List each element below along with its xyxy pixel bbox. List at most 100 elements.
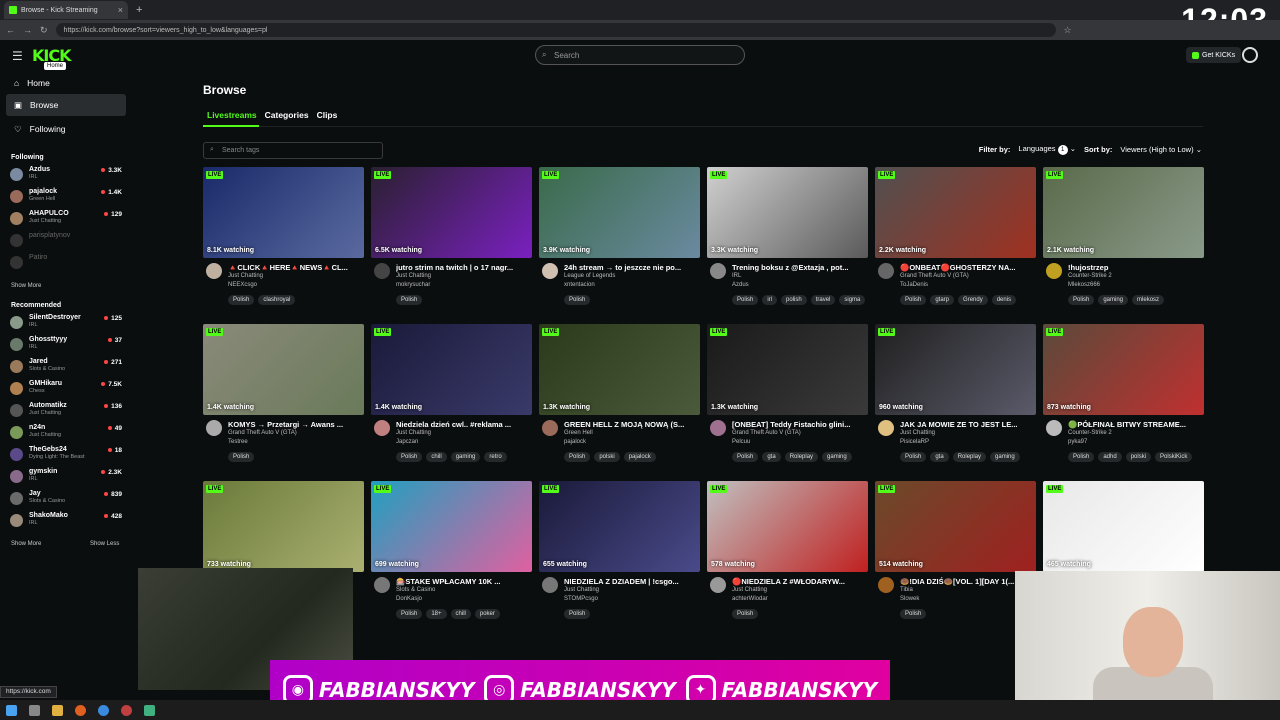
stream-category[interactable]: Counter-Strike 2 bbox=[1068, 273, 1112, 279]
tag-chip[interactable]: gta bbox=[762, 452, 781, 462]
stream-thumbnail[interactable]: LIVE 1.4K watching bbox=[203, 324, 364, 415]
stream-category[interactable]: Tibia bbox=[900, 587, 913, 593]
avatar[interactable] bbox=[374, 420, 390, 436]
stream-card[interactable]: LIVE 1.4K watching KOMYS → Przetargi → Awa… bbox=[203, 324, 364, 474]
sidebar-channel[interactable]: Azdus IRL 3.3K bbox=[10, 166, 122, 182]
tag-chip[interactable]: Polish bbox=[732, 452, 759, 462]
streamer-name[interactable]: Japczan bbox=[396, 439, 418, 445]
stream-title[interactable]: JAK JA MOWIE ZE TO JEST LE... bbox=[900, 420, 1036, 429]
tag-chip[interactable]: Polish bbox=[900, 295, 927, 305]
avatar[interactable] bbox=[878, 263, 894, 279]
streamer-name[interactable]: Mlekosz666 bbox=[1068, 282, 1100, 288]
tag-chip[interactable]: Polish bbox=[900, 452, 927, 462]
tag-chip[interactable]: Polish bbox=[396, 452, 423, 462]
stream-card[interactable]: LIVE 873 watching 🟢PÓŁFINAŁ BITWY STREAME.… bbox=[1043, 324, 1204, 474]
firefox-icon[interactable] bbox=[75, 704, 86, 716]
stream-title[interactable]: 24h stream → to jeszcze nie po... bbox=[564, 263, 700, 272]
tag-chip[interactable]: Polish bbox=[732, 609, 759, 619]
stream-card[interactable]: LIVE 1.3K watching GREEN HELL Z MOJĄ NOWĄ … bbox=[539, 324, 700, 474]
tag-chip[interactable]: Polish bbox=[396, 609, 423, 619]
stream-category[interactable]: Just Chatting bbox=[228, 273, 263, 279]
tag-chip[interactable]: PolskiKick bbox=[1155, 452, 1193, 462]
stream-card[interactable]: LIVE 6.5K watching jutro strim na twitch |… bbox=[371, 167, 532, 317]
stream-thumbnail[interactable]: LIVE 2.1K watching bbox=[1043, 167, 1204, 258]
streamer-name[interactable]: PisicelaRP bbox=[900, 439, 929, 445]
stream-thumbnail[interactable]: LIVE 3.3K watching bbox=[707, 167, 868, 258]
tag-chip[interactable]: denis bbox=[991, 295, 1017, 305]
tab-close-icon[interactable]: × bbox=[118, 5, 123, 15]
stream-category[interactable]: Slots & Casino bbox=[396, 587, 435, 593]
stream-thumbnail[interactable]: LIVE 1.3K watching bbox=[539, 324, 700, 415]
avatar[interactable] bbox=[878, 420, 894, 436]
sidebar-channel[interactable]: Jared Slots & Casino 271 bbox=[10, 358, 122, 374]
tag-chip[interactable]: Roleplay bbox=[952, 452, 987, 462]
tag-chip[interactable]: travel bbox=[810, 295, 836, 305]
sidebar-item-home[interactable]: ⌂ Home bbox=[6, 72, 126, 94]
languages-filter-dropdown[interactable]: Languages 1 ⌄ bbox=[1018, 144, 1076, 155]
stream-thumbnail[interactable]: LIVE 1.4K watching bbox=[371, 324, 532, 415]
stream-category[interactable]: League of Legends bbox=[564, 273, 615, 279]
tag-chip[interactable]: sigma bbox=[839, 295, 866, 305]
stream-card[interactable]: LIVE 2.2K watching 🔴ONBEAT🔴GHOSTERZY NA...… bbox=[875, 167, 1036, 317]
tag-search-input[interactable]: ⌕ Search tags bbox=[203, 142, 383, 159]
obs-icon[interactable] bbox=[121, 704, 132, 716]
tag-chip[interactable]: poker bbox=[474, 609, 500, 619]
streamer-name[interactable]: mokrysuchar bbox=[396, 282, 430, 288]
tag-chip[interactable]: chill bbox=[450, 609, 471, 619]
stream-category[interactable]: Grand Theft Auto V (GTA) bbox=[228, 430, 297, 436]
stream-title[interactable]: jutro strim na twitch | o 17 nagr... bbox=[396, 263, 532, 272]
show-less-button[interactable]: Show Less bbox=[90, 541, 119, 547]
avatar[interactable] bbox=[374, 263, 390, 279]
stream-title[interactable]: NIEDZIELA Z DZIADEM | !csgo... bbox=[564, 577, 700, 586]
sidebar-channel[interactable]: GMHikaru Chess 7.5K bbox=[10, 380, 122, 396]
url-field[interactable]: https://kick.com/browse?sort=viewers_hig… bbox=[55, 23, 1056, 37]
tag-chip[interactable]: Polish bbox=[732, 295, 759, 305]
avatar[interactable] bbox=[878, 577, 894, 593]
stream-title[interactable]: 🔴ONBEAT🔴GHOSTERZY NA... bbox=[900, 263, 1036, 272]
avatar[interactable] bbox=[710, 577, 726, 593]
tag-chip[interactable]: Polish bbox=[564, 452, 591, 462]
avatar[interactable] bbox=[710, 420, 726, 436]
sidebar-channel[interactable]: parisplatynov bbox=[10, 232, 122, 248]
sidebar-channel[interactable]: ShakoMako IRL 428 bbox=[10, 512, 122, 528]
tag-chip[interactable]: Polish bbox=[396, 295, 423, 305]
tag-chip[interactable]: Polish bbox=[564, 609, 591, 619]
stream-card[interactable]: LIVE 3.3K watching Trening boksu z @Extazj… bbox=[707, 167, 868, 317]
tab-livestreams[interactable]: Livestreams bbox=[207, 110, 257, 120]
stream-thumbnail[interactable]: LIVE 578 watching bbox=[707, 481, 868, 572]
stream-thumbnail[interactable]: LIVE 699 watching bbox=[371, 481, 532, 572]
browser-tab[interactable]: Browse - Kick Streaming × bbox=[4, 1, 128, 19]
streamer-name[interactable]: Azdus bbox=[732, 282, 749, 288]
stream-title[interactable]: 🟢PÓŁFINAŁ BITWY STREAME... bbox=[1068, 420, 1204, 429]
tag-chip[interactable]: irl bbox=[762, 295, 778, 305]
stream-thumbnail[interactable]: LIVE 873 watching bbox=[1043, 324, 1204, 415]
tag-chip[interactable]: Polish bbox=[228, 295, 255, 305]
stream-thumbnail[interactable]: LIVE 6.5K watching bbox=[371, 167, 532, 258]
avatar[interactable] bbox=[206, 263, 222, 279]
streamer-name[interactable]: pyka97 bbox=[1068, 439, 1087, 445]
stream-card[interactable]: LIVE 514 watching 🍩!DIA DZIŚ🍩[VOL. 1][DAY … bbox=[875, 481, 1036, 631]
avatar[interactable] bbox=[1046, 263, 1062, 279]
avatar[interactable] bbox=[1046, 420, 1062, 436]
stream-title[interactable]: Trening boksu z @Extazja , pot... bbox=[732, 263, 868, 272]
sidebar-channel[interactable]: Patiro bbox=[10, 254, 122, 270]
tag-chip[interactable]: gaming bbox=[1098, 295, 1129, 305]
stream-card[interactable]: LIVE 3.9K watching 24h stream → to jeszcze… bbox=[539, 167, 700, 317]
search-input[interactable]: ⌕ Search bbox=[535, 45, 745, 65]
sidebar-item-following[interactable]: ♡ Following bbox=[6, 118, 126, 140]
tag-chip[interactable]: clashroyal bbox=[258, 295, 296, 305]
stream-title[interactable]: 🔺CLICK🔺HERE🔺NEWS🔺CL... bbox=[228, 263, 364, 272]
stream-category[interactable]: Green Hell bbox=[564, 430, 593, 436]
avatar[interactable] bbox=[542, 263, 558, 279]
stream-category[interactable]: Just Chatting bbox=[396, 273, 431, 279]
tag-chip[interactable]: gaming bbox=[990, 452, 1020, 462]
tag-chip[interactable]: Roleplay bbox=[784, 452, 819, 462]
streamer-name[interactable]: pajalock bbox=[564, 439, 586, 445]
back-icon[interactable]: ← bbox=[6, 25, 15, 35]
tag-chip[interactable]: gtarp bbox=[930, 295, 955, 305]
streamer-name[interactable]: xntentacion bbox=[564, 282, 595, 288]
show-more-recommended-button[interactable]: Show More bbox=[11, 541, 41, 547]
stream-title[interactable]: 🔴NIEDZIELA Z #WŁODARYW... bbox=[732, 577, 868, 586]
sidebar-channel[interactable]: Ghossttyyy IRL 37 bbox=[10, 336, 122, 352]
tag-chip[interactable]: Polish bbox=[228, 452, 255, 462]
